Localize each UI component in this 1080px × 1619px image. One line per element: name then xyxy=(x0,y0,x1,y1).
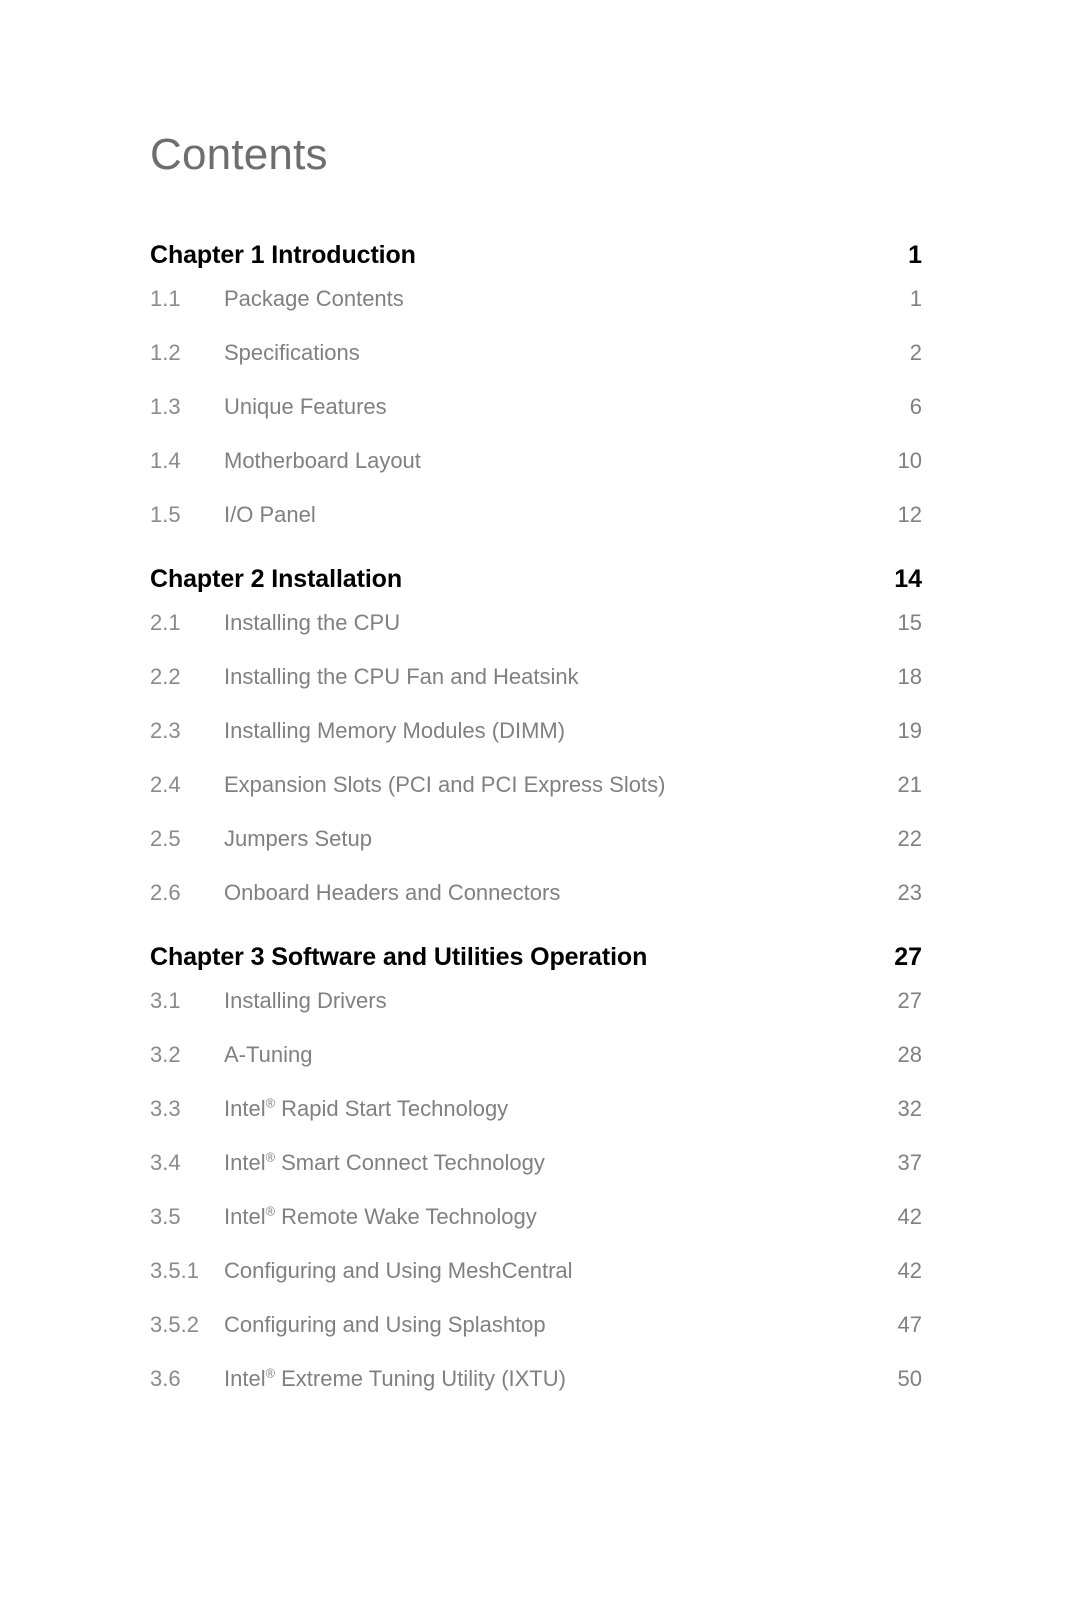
toc-entry-page-number: 27 xyxy=(897,988,922,1013)
toc-entry-label: Intel® Remote Wake Technology xyxy=(224,1203,537,1229)
toc-entry-label: I/O Panel xyxy=(224,502,316,527)
toc-entry-label: Specifications xyxy=(224,340,360,365)
toc-section-row[interactable]: 1.4 Motherboard Layout 10 xyxy=(150,448,922,502)
toc-entry-number: 2.1 xyxy=(150,610,181,635)
page-title: Contents xyxy=(150,130,328,179)
toc-section-row[interactable]: 1.1 Package Contents 1 xyxy=(150,286,922,340)
toc-entry-label: Chapter 3 Software and Utilities Operati… xyxy=(150,943,648,971)
table-of-contents: Contents Chapter 1 Introduction 1 1.1 Packa… xyxy=(150,0,922,1420)
document-page: Contents Chapter 1 Introduction 1 1.1 Packa… xyxy=(0,0,1080,1619)
toc-section-row[interactable]: 3.5 Intel® Remote Wake Technology 42 xyxy=(150,1204,922,1258)
toc-entry-label: Intel® Rapid Start Technology xyxy=(224,1095,509,1121)
toc-entry-label: Intel® Smart Connect Technology xyxy=(224,1149,545,1175)
toc-entry-number: 1.5 xyxy=(150,502,181,527)
toc-section-row[interactable]: 1.5 I/O Panel 12 xyxy=(150,502,922,556)
toc-entry-page-number: 6 xyxy=(909,394,922,419)
toc-entry-number: 2.5 xyxy=(150,826,181,851)
toc-entry-number: 2.4 xyxy=(150,772,181,797)
toc-chapter-row[interactable]: Chapter 1 Introduction 1 xyxy=(150,232,922,286)
toc-section-row[interactable]: 3.1 Installing Drivers 27 xyxy=(150,988,922,1042)
registered-trademark-symbol: ® xyxy=(265,1365,275,1381)
toc-entry-page-number: 42 xyxy=(897,1204,922,1229)
toc-entry-page-number: 28 xyxy=(897,1042,922,1067)
toc-entry-page-number: 50 xyxy=(897,1366,922,1391)
toc-entry-label: Installing Memory Modules (DIMM) xyxy=(224,718,566,743)
toc-section-row[interactable]: 3.5.2 Configuring and Using Splashtop 47 xyxy=(150,1312,922,1366)
toc-entry-label: Configuring and Using MeshCentral xyxy=(224,1258,573,1283)
toc-entry-label: A-Tuning xyxy=(224,1042,313,1067)
toc-entry-label: Chapter 1 Introduction xyxy=(150,241,416,269)
toc-entry-page-number: 18 xyxy=(897,664,922,689)
toc-section-row[interactable]: 2.5 Jumpers Setup 22 xyxy=(150,826,922,880)
toc-entry-number: 3.3 xyxy=(150,1096,181,1121)
toc-entry-page-number: 15 xyxy=(897,610,922,635)
toc-entry-label: Intel® Extreme Tuning Utility (IXTU) xyxy=(224,1365,566,1391)
toc-entry-page-number: 42 xyxy=(897,1258,922,1283)
toc-entry-page-number: 1 xyxy=(909,286,922,311)
toc-entry-label: Onboard Headers and Connectors xyxy=(224,880,561,905)
toc-entry-number: 1.4 xyxy=(150,448,181,473)
toc-section-row[interactable]: 2.2 Installing the CPU Fan and Heatsink 18 xyxy=(150,664,922,718)
toc-entry-number: 3.4 xyxy=(150,1150,181,1175)
toc-entry-label: Installing the CPU xyxy=(224,610,401,635)
registered-trademark-symbol: ® xyxy=(265,1149,275,1165)
toc-entry-number: 1.2 xyxy=(150,340,181,365)
registered-trademark-symbol: ® xyxy=(265,1095,275,1111)
toc-entry-number: 3.5.2 xyxy=(150,1312,199,1337)
toc-section-row[interactable]: 1.3 Unique Features 6 xyxy=(150,394,922,448)
toc-section-row[interactable]: 2.4 Expansion Slots (PCI and PCI Express … xyxy=(150,772,922,826)
toc-section-row[interactable]: 3.6 Intel® Extreme Tuning Utility (IXTU) 5… xyxy=(150,1366,922,1420)
toc-chapter-row[interactable]: Chapter 2 Installation 14 xyxy=(150,556,922,610)
toc-section-row[interactable]: 3.2 A-Tuning 28 xyxy=(150,1042,922,1096)
toc-entry-number: 3.6 xyxy=(150,1366,181,1391)
toc-entry-page-number: 19 xyxy=(897,718,922,743)
toc-entry-label: Installing the CPU Fan and Heatsink xyxy=(224,664,579,689)
toc-entry-page-number: 1 xyxy=(908,241,922,269)
toc-section-row[interactable]: 1.2 Specifications 2 xyxy=(150,340,922,394)
toc-entry-page-number: 22 xyxy=(897,826,922,851)
toc-section-row[interactable]: 2.6 Onboard Headers and Connectors 23 xyxy=(150,880,922,934)
toc-entry-number: 1.3 xyxy=(150,394,181,419)
toc-entry-label: Installing Drivers xyxy=(224,988,387,1013)
toc-entry-number: 2.6 xyxy=(150,880,181,905)
toc-section-row[interactable]: 2.1 Installing the CPU 15 xyxy=(150,610,922,664)
toc-entry-page-number: 23 xyxy=(897,880,922,905)
toc-entry-label: Chapter 2 Installation xyxy=(150,565,403,593)
toc-chapter-row[interactable]: Chapter 3 Software and Utilities Operati… xyxy=(150,934,922,988)
toc-entry-number: 3.1 xyxy=(150,988,181,1013)
toc-entry-number: 3.2 xyxy=(150,1042,181,1067)
toc-entry-label: Unique Features xyxy=(224,394,387,419)
toc-entry-label: Package Contents xyxy=(224,286,404,311)
toc-entry-page-number: 10 xyxy=(897,448,922,473)
toc-entry-number: 3.5.1 xyxy=(150,1258,199,1283)
toc-entry-number: 1.1 xyxy=(150,286,181,311)
toc-entry-page-number: 12 xyxy=(897,502,922,527)
toc-entry-label: Motherboard Layout xyxy=(224,448,421,473)
toc-entry-page-number: 37 xyxy=(897,1150,922,1175)
toc-entry-label: Expansion Slots (PCI and PCI Express Slo… xyxy=(224,772,666,797)
toc-section-row[interactable]: 3.5.1 Configuring and Using MeshCentral 42 xyxy=(150,1258,922,1312)
toc-entry-page-number: 21 xyxy=(897,772,922,797)
toc-section-row[interactable]: 3.3 Intel® Rapid Start Technology 32 xyxy=(150,1096,922,1150)
registered-trademark-symbol: ® xyxy=(265,1203,275,1219)
toc-entry-list: Chapter 1 Introduction 1 1.1 Package Conten… xyxy=(150,232,922,1420)
toc-entry-number: 2.3 xyxy=(150,718,181,743)
toc-entry-page-number: 32 xyxy=(897,1096,922,1121)
toc-entry-page-number: 27 xyxy=(894,943,922,971)
toc-entry-page-number: 2 xyxy=(909,340,922,365)
toc-entry-page-number: 47 xyxy=(897,1312,922,1337)
toc-section-row[interactable]: 2.3 Installing Memory Modules (DIMM) 19 xyxy=(150,718,922,772)
toc-entry-number: 3.5 xyxy=(150,1204,181,1229)
toc-entry-label: Configuring and Using Splashtop xyxy=(224,1312,546,1337)
toc-entry-number: 2.2 xyxy=(150,664,181,689)
toc-entry-label: Jumpers Setup xyxy=(224,826,372,851)
toc-section-row[interactable]: 3.4 Intel® Smart Connect Technology 37 xyxy=(150,1150,922,1204)
toc-entry-page-number: 14 xyxy=(894,565,922,593)
